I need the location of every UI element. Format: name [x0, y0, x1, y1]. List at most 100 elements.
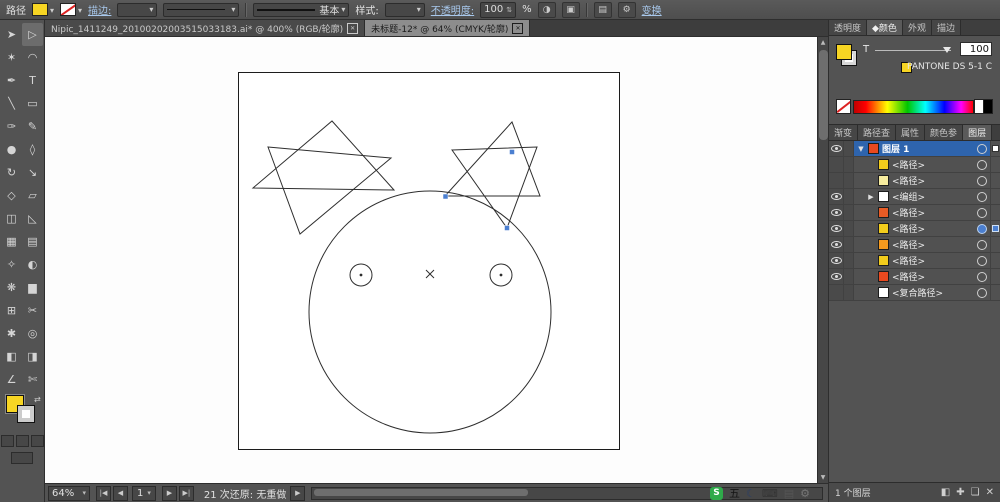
target-circle-icon[interactable]	[977, 271, 987, 282]
knife-tool[interactable]: ✄	[22, 368, 43, 391]
layer-row-body[interactable]: <路径>	[854, 221, 990, 236]
selection-indicator-column[interactable]	[990, 269, 1000, 284]
draw-inside-button[interactable]	[30, 435, 44, 447]
magic-wand-tool[interactable]: ✶	[1, 46, 22, 69]
layer-name[interactable]: 图层 1	[882, 142, 974, 155]
lock-toggle[interactable]	[844, 141, 854, 156]
visibility-toggle[interactable]	[829, 253, 844, 268]
panel-tab[interactable]: 图层	[963, 125, 993, 140]
vertical-scrollbar[interactable]: ▲ ▼	[817, 37, 828, 483]
layer-name[interactable]: <路径>	[892, 222, 974, 235]
lasso-tool[interactable]: ◠	[22, 46, 43, 69]
target-circle-icon[interactable]	[977, 223, 987, 234]
eyedropper-tool[interactable]: ✧	[1, 253, 22, 276]
layer-row-body[interactable]: <路径>	[854, 205, 990, 220]
layer-row[interactable]: <路径>	[829, 269, 1000, 285]
live-paint-bucket-tool[interactable]: ◧	[1, 345, 22, 368]
draw-normal-button[interactable]	[0, 435, 14, 447]
next-page-button[interactable]: ▶	[161, 485, 177, 501]
target-circle-icon[interactable]	[977, 287, 987, 298]
clipboard-icon[interactable]: ▤	[784, 486, 794, 501]
tint-value-input[interactable]: 100	[960, 42, 992, 56]
stroke-weight-select[interactable]	[117, 2, 158, 17]
expand-arrow-icon[interactable]: ▶	[867, 193, 875, 201]
transform-link[interactable]: 变换	[642, 2, 662, 17]
target-circle-icon[interactable]	[977, 239, 987, 250]
target-circle-icon[interactable]	[977, 159, 987, 170]
layer-row[interactable]: <路径>	[829, 173, 1000, 189]
scroll-up-icon[interactable]: ▲	[818, 37, 828, 48]
width-tool[interactable]: ◇	[1, 184, 22, 207]
column-graph-tool[interactable]: ▆	[22, 276, 43, 299]
line-segment-tool[interactable]: ╲	[1, 92, 22, 115]
gradient-tool[interactable]: ▤	[22, 230, 43, 253]
last-page-button[interactable]: ▶|	[178, 485, 194, 501]
selection-indicator-column[interactable]	[990, 253, 1000, 268]
selection-indicator-column[interactable]	[990, 141, 1000, 156]
panel-tab[interactable]: 透明度	[829, 20, 868, 35]
opacity-input[interactable]: 100	[480, 1, 517, 18]
ime-mode-label[interactable]: 五	[729, 486, 740, 501]
new-sublayer-icon[interactable]: ✚	[956, 487, 964, 498]
measure-tool[interactable]: ∠	[1, 368, 22, 391]
target-circle-icon[interactable]	[977, 175, 987, 186]
document-tab[interactable]: Nipic_1411249_20100202003515033183.ai* @…	[45, 20, 366, 36]
selection-indicator-column[interactable]	[990, 221, 1000, 236]
visibility-toggle[interactable]	[829, 157, 844, 172]
blob-brush-tool[interactable]: ●	[1, 138, 22, 161]
symbol-sprayer-tool[interactable]: ❋	[1, 276, 22, 299]
artboard-canvas[interactable]	[45, 37, 817, 483]
visibility-toggle[interactable]	[829, 189, 844, 204]
layer-name[interactable]: <编组>	[892, 190, 974, 203]
draw-behind-button[interactable]	[15, 435, 29, 447]
layer-row[interactable]: <路径>	[829, 221, 1000, 237]
selection-indicator-column[interactable]	[990, 173, 1000, 188]
layer-name[interactable]: <路径>	[892, 270, 974, 283]
pencil-tool[interactable]: ✎	[22, 115, 43, 138]
layer-row-body[interactable]: <路径>	[854, 253, 990, 268]
panel-tab[interactable]: 路径查	[858, 125, 897, 140]
lock-toggle[interactable]	[844, 205, 854, 220]
layer-row[interactable]: <路径>	[829, 253, 1000, 269]
layer-row[interactable]: <路径>	[829, 157, 1000, 173]
panel-tab[interactable]: 渐变	[829, 125, 859, 140]
type-tool[interactable]: T	[22, 69, 43, 92]
rotate-tool[interactable]: ↻	[1, 161, 22, 184]
layer-row-body[interactable]: <路径>	[854, 173, 990, 188]
selection-indicator-column[interactable]	[990, 157, 1000, 172]
fill-color-dropdown[interactable]	[32, 3, 54, 16]
stroke-panel-link[interactable]: 描边:	[88, 2, 111, 17]
panel-fill-swatch[interactable]	[836, 44, 852, 60]
layer-row-body[interactable]: <路径>	[854, 237, 990, 252]
vertical-scroll-thumb[interactable]	[819, 50, 828, 140]
layer-row[interactable]: <路径>	[829, 237, 1000, 253]
expand-arrow-icon[interactable]: ▼	[857, 145, 865, 153]
eraser-tool[interactable]: ◊	[22, 138, 43, 161]
visibility-toggle[interactable]	[829, 269, 844, 284]
artboard-number-select[interactable]: 1	[132, 485, 156, 501]
layer-name[interactable]: <路径>	[892, 254, 974, 267]
slice-tool[interactable]: ✂	[22, 299, 43, 322]
layer-row-body[interactable]: <复合路径>	[854, 285, 990, 300]
canvas-area[interactable]	[45, 37, 817, 483]
selection-indicator-column[interactable]	[990, 189, 1000, 204]
zoom-tool[interactable]: ◎	[22, 322, 43, 345]
layer-name[interactable]: <路径>	[892, 206, 974, 219]
delete-layer-icon[interactable]: ✕	[986, 487, 994, 498]
target-circle-icon[interactable]	[977, 207, 987, 218]
document-setup-icon[interactable]: ▤	[593, 1, 612, 18]
screen-mode-button[interactable]	[11, 452, 33, 464]
lock-toggle[interactable]	[844, 157, 854, 172]
visibility-toggle[interactable]	[829, 205, 844, 220]
target-circle-icon[interactable]	[977, 191, 987, 202]
panel-tab[interactable]: 颜色参	[925, 125, 964, 140]
selection-indicator-column[interactable]	[990, 205, 1000, 220]
direct-selection-tool[interactable]: ▷	[22, 23, 43, 46]
layer-row[interactable]: ▼ 图层 1	[829, 141, 1000, 157]
layer-row-body[interactable]: ▼ 图层 1	[854, 141, 990, 156]
close-icon[interactable]	[512, 22, 524, 34]
document-tab[interactable]: 未标题-12* @ 64% (CMYK/轮廓)	[365, 20, 531, 36]
stroke-color-dropdown[interactable]	[60, 3, 82, 16]
layer-row[interactable]: <复合路径>	[829, 285, 1000, 301]
lock-toggle[interactable]	[844, 237, 854, 252]
